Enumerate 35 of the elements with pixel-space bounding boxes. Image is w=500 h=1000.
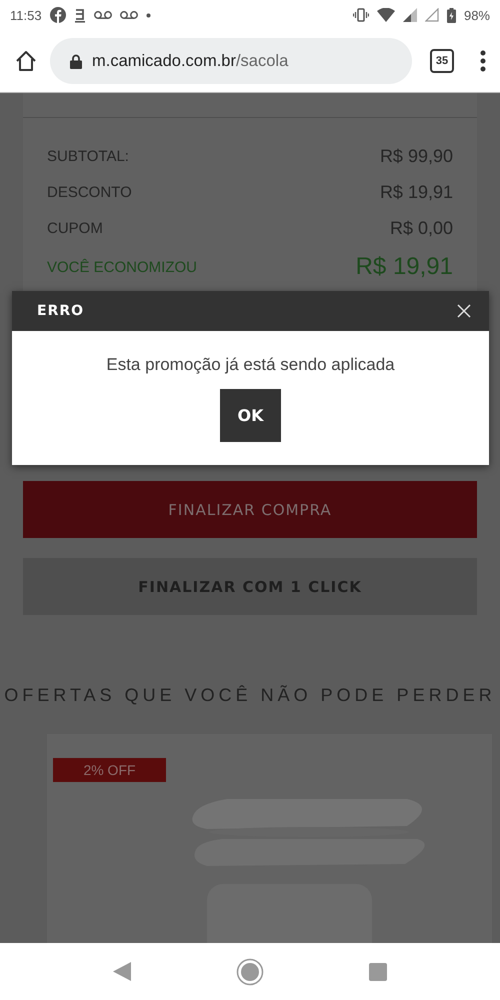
summary-label: DESCONTO <box>47 184 132 200</box>
tab-count[interactable]: 35 <box>430 49 454 73</box>
discount-badge: 2% OFF <box>53 758 166 782</box>
battery-icon <box>446 8 456 22</box>
clock-time: 11:53 <box>10 8 42 22</box>
close-icon <box>457 304 471 318</box>
ok-button[interactable]: OK <box>220 389 281 442</box>
dialog-title: ERRO <box>37 303 84 319</box>
close-button[interactable] <box>457 304 471 318</box>
menu-icon[interactable] <box>480 50 486 72</box>
voicemail-icon <box>120 10 138 20</box>
battery-percentage: 98% <box>464 8 490 22</box>
address-bar[interactable]: m.camicado.com.br/sacola <box>50 38 412 84</box>
back-icon[interactable] <box>112 962 131 981</box>
notification-icon <box>74 7 86 23</box>
signal-icon <box>424 8 439 22</box>
summary-label: SUBTOTAL: <box>47 148 129 164</box>
wifi-icon <box>376 8 395 22</box>
url-text: m.camicado.com.br/sacola <box>92 52 288 70</box>
recents-icon[interactable] <box>369 962 388 980</box>
summary-label: CUPOM <box>47 220 103 236</box>
section-heading: OFERTAS QUE VOCÊ NÃO PODE PERDER <box>3 685 497 706</box>
summary-value: R$ 99,90 <box>380 146 453 166</box>
vibrate-icon <box>352 8 369 22</box>
summary-value: R$ 19,91 <box>356 253 453 281</box>
summary-value: R$ 0,00 <box>390 218 453 238</box>
facebook-icon <box>50 7 66 23</box>
summary-value: R$ 19,91 <box>380 182 453 202</box>
signal-icon <box>402 8 417 22</box>
summary-label: VOCÊ ECONOMIZOU <box>47 258 198 276</box>
lock-icon <box>70 54 82 68</box>
home-icon[interactable] <box>14 49 38 73</box>
dot-icon <box>146 12 151 18</box>
voicemail-icon <box>94 10 112 20</box>
dialog-message: Esta promoção já está sendo aplicada <box>106 355 395 375</box>
